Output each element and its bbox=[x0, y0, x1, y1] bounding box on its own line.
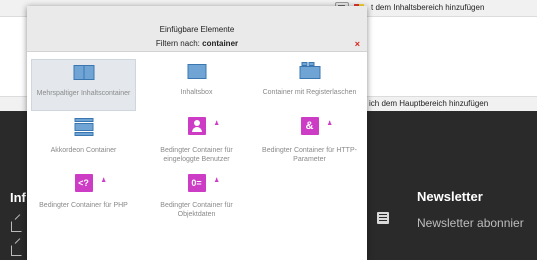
user-icon bbox=[187, 117, 206, 135]
list-icon[interactable] bbox=[377, 212, 389, 224]
element-content-box[interactable]: Inhaltsbox bbox=[144, 59, 249, 111]
php-code-icon: <? bbox=[74, 174, 93, 192]
element-conditional-object-data[interactable]: 0= ♟ Bedingter Container für Objektdaten bbox=[144, 170, 249, 222]
dialog-title: Einfügbare Elemente bbox=[159, 25, 235, 34]
external-link-icon[interactable] bbox=[11, 245, 22, 256]
tabs-icon bbox=[299, 62, 320, 79]
add-to-content-area-link[interactable]: t dem Inhaltsbereich hinzufügen bbox=[371, 3, 484, 12]
filter-info: Filtern nach: container bbox=[27, 39, 367, 48]
element-accordion-container[interactable]: Akkordeon Container bbox=[31, 113, 136, 165]
add-to-main-area-link[interactable]: ich dem Hauptbereich hinzufügen bbox=[369, 99, 488, 108]
person-badge-icon: ♟ bbox=[101, 178, 107, 184]
person-badge-icon: ♟ bbox=[214, 121, 220, 127]
accordion-icon bbox=[74, 118, 93, 136]
person-badge-icon: ♟ bbox=[327, 121, 333, 127]
close-icon[interactable]: × bbox=[355, 39, 360, 49]
element-conditional-http-param[interactable]: & ♟ Bedingter Container für HTTP-Paramet… bbox=[257, 113, 362, 165]
filter-prefix: Filtern nach: bbox=[155, 39, 200, 48]
footer-heading-left: Inf bbox=[10, 190, 26, 205]
ampersand-icon: & bbox=[300, 117, 319, 135]
person-badge-icon: ♟ bbox=[214, 178, 220, 184]
dialog-header: Einfügbare Elemente Filtern nach: contai… bbox=[27, 6, 367, 52]
columns-icon bbox=[73, 65, 94, 80]
element-conditional-php[interactable]: <? ♟ Bedingter Container für PHP bbox=[31, 170, 136, 222]
external-link-icon[interactable] bbox=[11, 221, 22, 232]
element-conditional-logged-in[interactable]: ♟ Bedingter Container für eingeloggte Be… bbox=[144, 113, 249, 165]
newsletter-subscribe-link[interactable]: Newsletter abonnier bbox=[417, 216, 524, 230]
element-multi-column-container[interactable]: Mehrspaltiger Inhaltscontainer bbox=[31, 59, 136, 111]
filter-value: container bbox=[202, 39, 239, 48]
object-data-icon: 0= bbox=[187, 174, 206, 192]
element-tab-container[interactable]: Container mit Registerlaschen bbox=[257, 59, 362, 111]
insertable-elements-dialog: Einfügbare Elemente Filtern nach: contai… bbox=[27, 6, 367, 260]
newsletter-heading: Newsletter bbox=[417, 189, 483, 204]
box-icon bbox=[187, 64, 206, 79]
